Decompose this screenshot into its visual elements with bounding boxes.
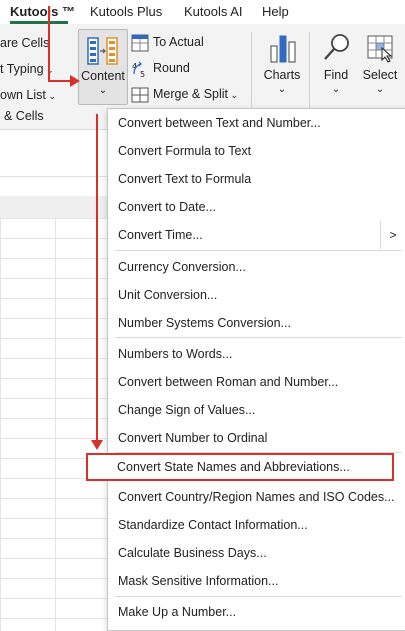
content-button-label: Content <box>81 69 125 83</box>
menu-separator <box>115 596 402 597</box>
ribbon-item-dropdown-list[interactable]: own List ⌄ <box>0 88 56 102</box>
menu-separator <box>115 250 402 251</box>
ribbon-tab-bar: Kutools ™ Kutools Plus Kutools AI Help <box>0 0 405 24</box>
to-actual-icon <box>131 34 149 52</box>
menu-item-convert-country-region-iso[interactable]: Convert Country/Region Names and ISO Cod… <box>108 483 405 511</box>
menu-item-convert-to-date[interactable]: Convert to Date... <box>108 193 405 221</box>
tab-kutools[interactable]: Kutools ™ <box>10 4 75 19</box>
chevron-down-icon: ⌄ <box>45 91 56 101</box>
tab-help[interactable]: Help <box>262 4 289 19</box>
menu-item-convert-number-to-ordinal[interactable]: Convert Number to Ordinal <box>108 424 405 452</box>
chevron-down-icon: ⌄ <box>277 84 287 95</box>
ribbon-item-compare-cells[interactable]: are Cells <box>0 36 49 50</box>
annotation-arrow-line <box>48 6 50 82</box>
menu-item-make-up-a-number[interactable]: Make Up a Number... <box>108 598 405 626</box>
charts-button[interactable]: Charts ⌄ <box>259 30 305 100</box>
round-icon: 4 5 <box>132 61 145 78</box>
menu-item-convert-roman-number[interactable]: Convert between Roman and Number... <box>108 368 405 396</box>
menu-separator <box>115 337 402 338</box>
menu-item-standardize-contact-info[interactable]: Standardize Contact Information... <box>108 511 405 539</box>
menu-item-unit-conversion[interactable]: Unit Conversion... <box>108 281 405 309</box>
to-actual-label: To Actual <box>153 35 204 49</box>
menu-item-number-systems-conversion[interactable]: Number Systems Conversion... <box>108 309 405 337</box>
find-label: Find <box>323 68 349 82</box>
menu-item-label: Convert State Names and Abbreviations... <box>117 460 350 474</box>
chevron-down-icon: ⌄ <box>228 90 239 100</box>
annotation-arrowhead-icon <box>70 75 80 87</box>
menu-item-convert-text-to-formula[interactable]: Convert Text to Formula <box>108 165 405 193</box>
content-icon <box>87 37 118 65</box>
chevron-down-icon: ⌄ <box>375 84 385 95</box>
merge-split-label: Merge & Split ⌄ <box>153 87 239 101</box>
menu-item-numbers-to-words[interactable]: Numbers to Words... <box>108 340 405 368</box>
content-button[interactable]: Content ⌄ <box>78 29 128 105</box>
chevron-right-icon: > <box>380 221 405 249</box>
annotation-arrowhead-icon <box>91 440 103 450</box>
ribbon-item-prevent-typing[interactable]: t Typing ⌄ <box>0 62 54 76</box>
find-button[interactable]: Find ⌄ <box>313 30 359 100</box>
find-icon <box>324 34 349 60</box>
menu-item-convert-formula-to-text[interactable]: Convert Formula to Text <box>108 137 405 165</box>
ribbon-separator <box>309 32 310 112</box>
charts-label: Charts <box>263 68 301 82</box>
menu-item-currency-conversion[interactable]: Currency Conversion... <box>108 253 405 281</box>
ribbon-group-label-ranges-cells: & Cells <box>4 109 44 123</box>
annotation-arrow-line <box>96 114 98 444</box>
tab-kutools-plus[interactable]: Kutools Plus <box>90 4 162 19</box>
ribbon-separator <box>251 32 252 112</box>
menu-item-mask-sensitive-information[interactable]: Mask Sensitive Information... <box>108 567 405 595</box>
annotation-arrow-line <box>48 80 72 82</box>
svg-text:5: 5 <box>140 70 145 78</box>
chevron-down-icon: ⌄ <box>331 84 341 95</box>
menu-item-convert-state-names-abbreviations[interactable]: Convert State Names and Abbreviations... <box>86 453 394 481</box>
menu-item-change-sign-of-values[interactable]: Change Sign of Values... <box>108 396 405 424</box>
chevron-down-icon: ⌄ <box>98 85 108 96</box>
content-dropdown-menu: Convert between Text and Number... Conve… <box>107 108 405 631</box>
round-label: Round <box>153 61 190 75</box>
menu-item-convert-time[interactable]: Convert Time... > <box>108 221 405 249</box>
menu-item-convert-text-number[interactable]: Convert between Text and Number... <box>108 109 405 137</box>
menu-item-calculate-business-days[interactable]: Calculate Business Days... <box>108 539 405 567</box>
charts-icon <box>270 35 296 63</box>
tab-kutools-ai[interactable]: Kutools AI <box>184 4 243 19</box>
select-icon <box>367 35 393 63</box>
select-button[interactable]: Select ⌄ <box>357 30 403 100</box>
merge-split-icon <box>131 87 149 103</box>
select-label: Select <box>362 68 398 82</box>
